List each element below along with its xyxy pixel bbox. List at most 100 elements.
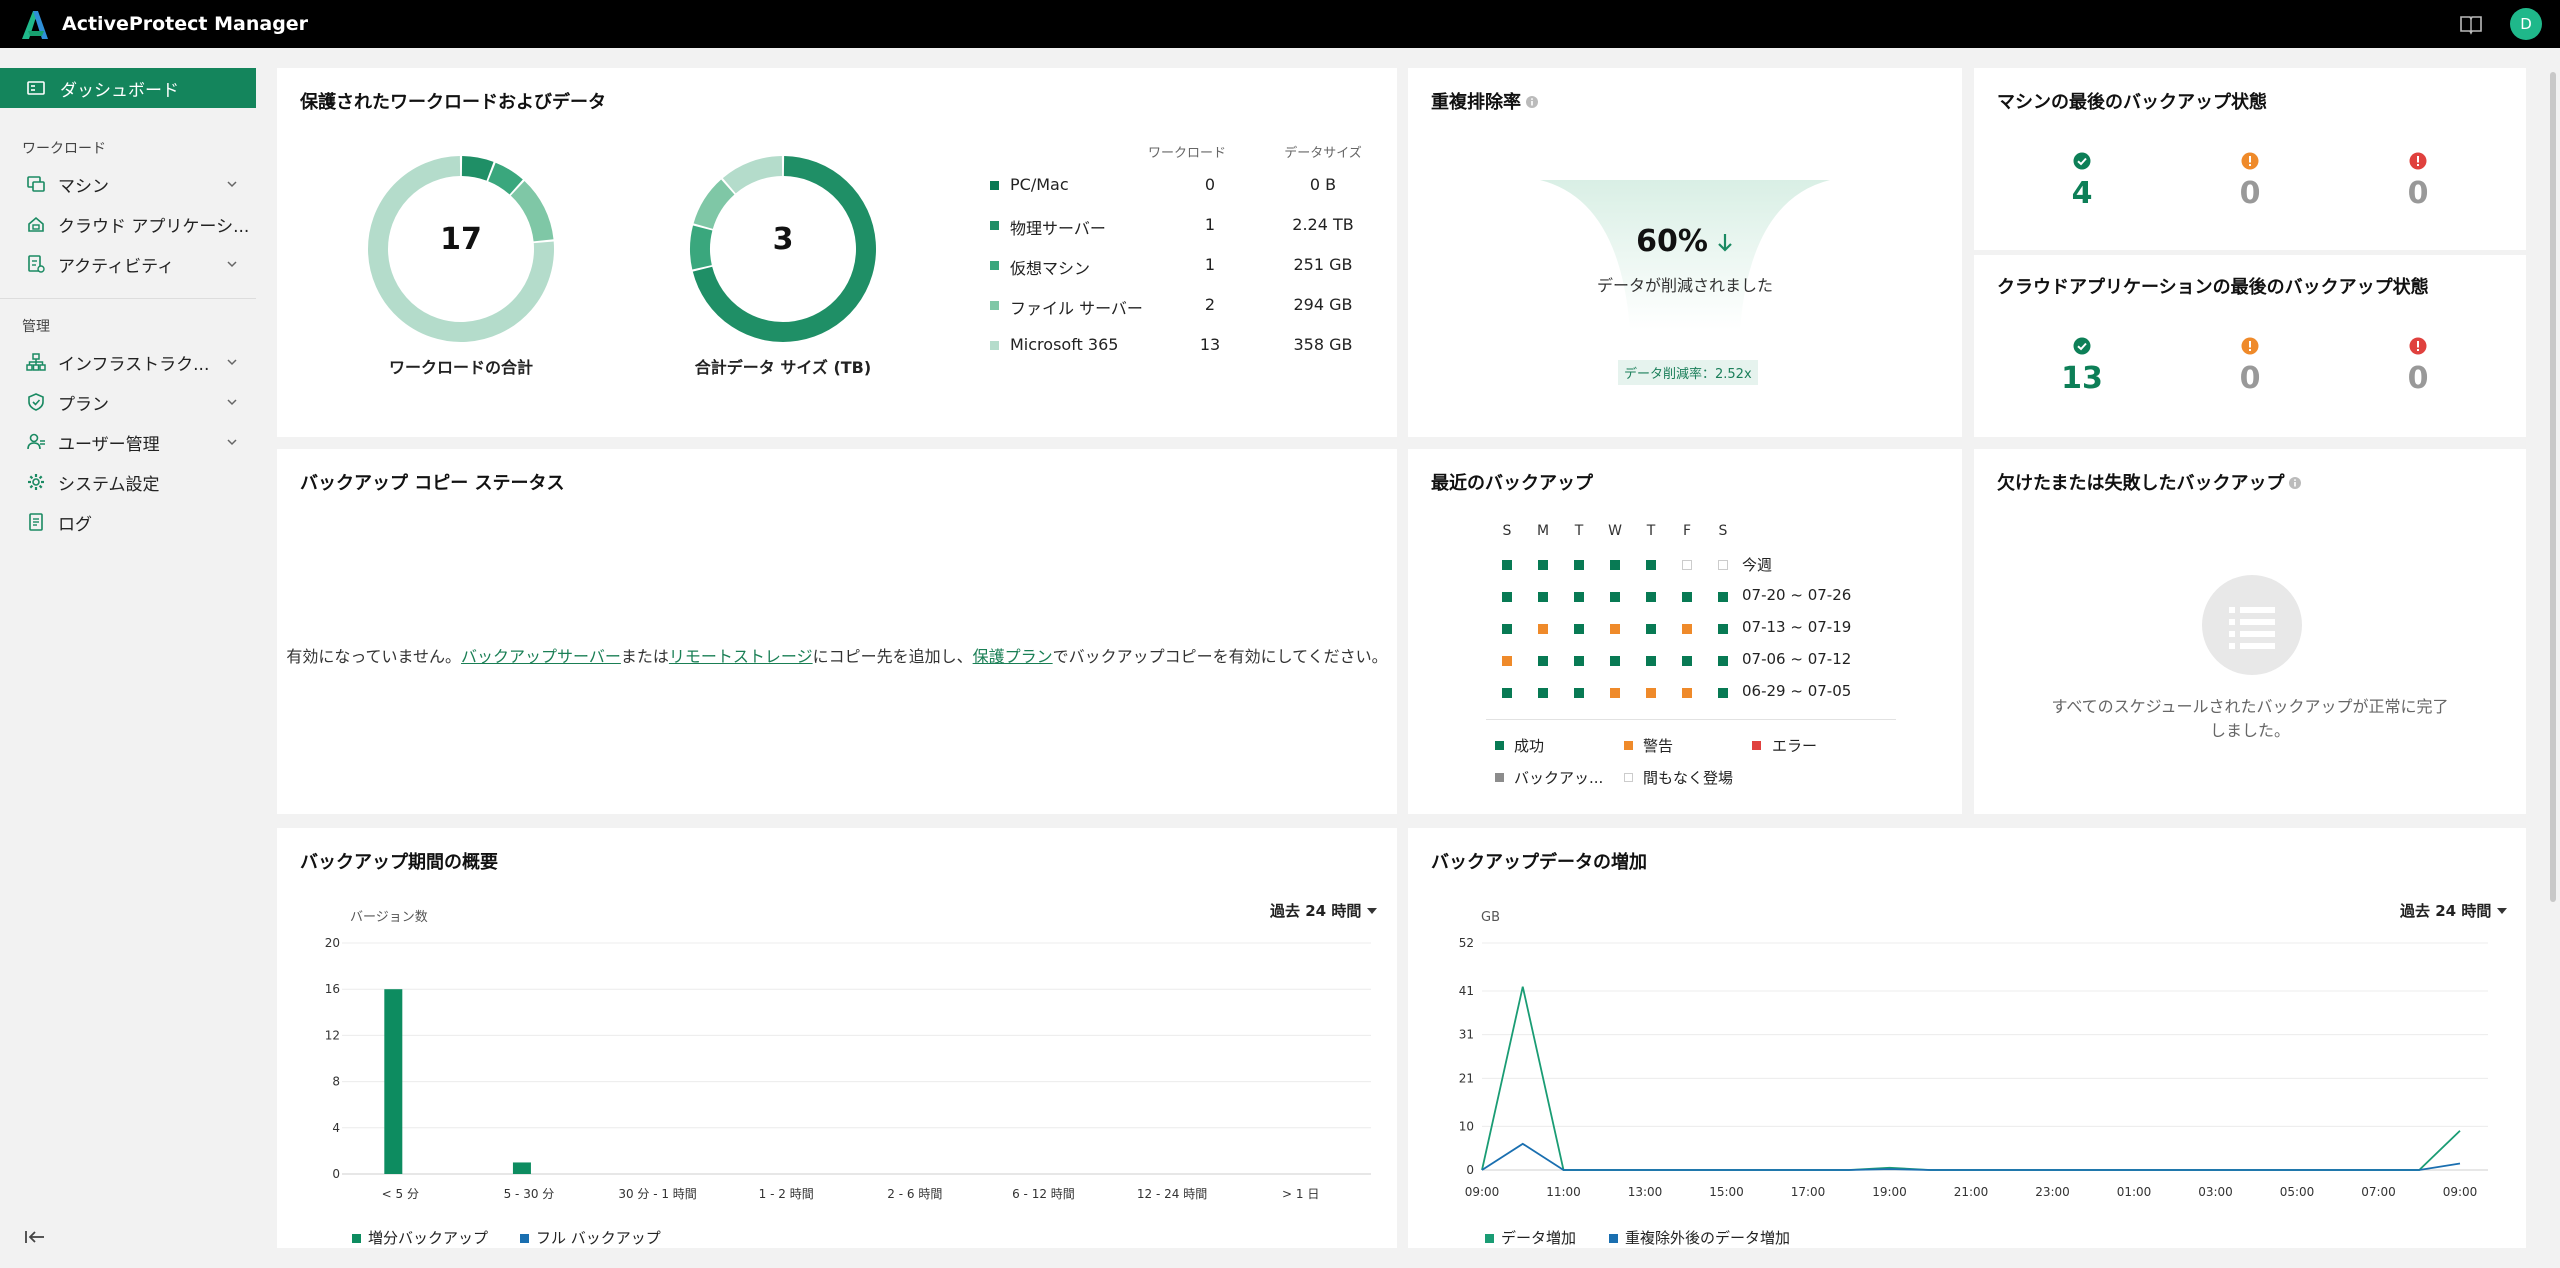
calendar-cell[interactable] <box>1682 688 1692 698</box>
calendar-cell[interactable] <box>1502 656 1512 666</box>
calendar-cell[interactable] <box>1538 560 1548 570</box>
card-title: 欠けたまたは失敗したバックアップ <box>1997 469 2302 495</box>
workload-size: 358 GB <box>1293 335 1353 354</box>
cloud-error[interactable]: 0 <box>2388 337 2448 396</box>
cloud-app-icon <box>28 216 44 232</box>
machine-success[interactable]: 4 <box>2052 152 2112 211</box>
sidebar-item-log[interactable]: ログ <box>0 504 256 540</box>
error-icon <box>2409 337 2427 355</box>
cloud-warning[interactable]: 0 <box>2220 337 2280 396</box>
data-size-donut-segment-3[interactable] <box>693 179 735 230</box>
legend-label: フル バックアップ <box>536 1229 661 1247</box>
calendar-cell[interactable] <box>1682 592 1692 602</box>
sidebar-item-label: ダッシュボード <box>60 80 179 101</box>
calendar-cell[interactable] <box>1646 624 1656 634</box>
calendar-cell[interactable] <box>1682 656 1692 666</box>
calendar-cell[interactable] <box>1574 656 1584 666</box>
legend-upcoming-label: 間もなく登場 <box>1643 769 1734 787</box>
machine-warning[interactable]: 0 <box>2220 152 2280 211</box>
card-title: バックアップ コピー ステータス <box>300 473 565 494</box>
calendar-cell[interactable] <box>1682 624 1692 634</box>
workload-swatch <box>990 261 999 270</box>
remote-storage-link[interactable]: リモートストレージ <box>669 647 813 666</box>
bar[interactable] <box>512 1162 531 1174</box>
workload-swatch <box>990 221 999 230</box>
info-icon[interactable] <box>2288 476 2302 490</box>
x-tick-label: 1 - 2 時間 <box>759 1187 814 1201</box>
page-scrollbar[interactable] <box>2550 72 2556 902</box>
y-tick-label: 31 <box>1459 1028 1474 1042</box>
calendar-cell[interactable] <box>1718 624 1728 634</box>
collapse-sidebar-icon[interactable] <box>24 1228 46 1246</box>
book-icon[interactable] <box>2458 11 2484 37</box>
calendar-cell[interactable] <box>1718 560 1728 570</box>
empty-state-message: すべてのスケジュールされたバックアップが正常に完了しました。 <box>2051 697 2449 740</box>
calendar-cell[interactable] <box>1718 592 1728 602</box>
calendar-week-label: 07-20 ~ 07-26 <box>1742 586 1852 604</box>
calendar-cell[interactable] <box>1610 560 1620 570</box>
calendar-cell[interactable] <box>1610 624 1620 634</box>
sidebar-item-activity[interactable]: アクティビティ <box>0 246 256 282</box>
workload-donut-segment-1[interactable] <box>461 156 494 181</box>
sidebar-item-system-settings[interactable]: システム設定 <box>0 464 256 500</box>
calendar-cell[interactable] <box>1574 592 1584 602</box>
calendar-cell[interactable] <box>1646 560 1656 570</box>
avatar[interactable]: D <box>2510 8 2542 40</box>
cloud-success[interactable]: 13 <box>2052 337 2112 396</box>
backup-server-link[interactable]: バックアップサーバー <box>461 647 621 666</box>
sidebar-item-user-management[interactable]: ユーザー管理 <box>0 424 256 460</box>
sidebar-item-label: ユーザー管理 <box>58 434 160 455</box>
card-title: 最近のバックアップ <box>1431 473 1593 494</box>
sidebar-item-label: インフラストラク... <box>58 354 210 375</box>
machine-error[interactable]: 0 <box>2388 152 2448 211</box>
workload-donut-segment-2[interactable] <box>487 162 523 195</box>
y-tick-label: 21 <box>1459 1071 1474 1085</box>
calendar-cell[interactable] <box>1646 592 1656 602</box>
calendar-cell[interactable] <box>1538 592 1548 602</box>
sidebar-item-plan[interactable]: プラン <box>0 384 256 420</box>
workload-name: Microsoft 365 <box>1010 335 1119 354</box>
arrow-down-icon <box>1718 234 1732 252</box>
calendar-cell[interactable] <box>1682 560 1692 570</box>
calendar-cell[interactable] <box>1502 624 1512 634</box>
calendar-cell[interactable] <box>1718 688 1728 698</box>
activity-icon <box>28 255 45 273</box>
calendar-cell[interactable] <box>1610 656 1620 666</box>
series-line[interactable] <box>1481 1142 2461 1171</box>
dedup-ratio-badge: データ削減率：2.52x <box>1618 360 1758 385</box>
legend-error-swatch <box>1752 741 1761 750</box>
calendar-week-label: 06-29 ~ 07-05 <box>1742 682 1852 700</box>
calendar-cell[interactable] <box>1538 688 1548 698</box>
cloud-warning-count: 0 <box>2239 361 2261 396</box>
info-icon[interactable] <box>1525 95 1539 109</box>
calendar-cell[interactable] <box>1646 656 1656 666</box>
machine-error-count: 0 <box>2407 176 2429 211</box>
sidebar-item-machine[interactable]: マシン <box>0 166 256 202</box>
total-data-value: 3 <box>772 222 794 257</box>
calendar-cell[interactable] <box>1610 592 1620 602</box>
calendar-cell[interactable] <box>1538 624 1548 634</box>
workload-name: 物理サーバー <box>1010 219 1106 238</box>
bar[interactable] <box>384 989 403 1174</box>
protection-plan-link[interactable]: 保護プラン <box>973 647 1053 666</box>
legend-swatch <box>352 1234 361 1243</box>
sidebar-item-dashboard[interactable]: ダッシュボード <box>0 68 256 108</box>
empty-state-circle <box>2202 575 2302 675</box>
calendar-cell[interactable] <box>1502 560 1512 570</box>
calendar-cell[interactable] <box>1574 624 1584 634</box>
dashboard-icon <box>27 81 45 95</box>
sidebar-item-label: プラン <box>58 394 109 415</box>
warning-icon <box>2241 152 2259 170</box>
calendar-cell[interactable] <box>1502 592 1512 602</box>
calendar-cell[interactable] <box>1574 560 1584 570</box>
sidebar-item-cloud-apps[interactable]: クラウド アプリケーシ... <box>0 206 256 242</box>
calendar-cell[interactable] <box>1718 656 1728 666</box>
calendar-cell[interactable] <box>1502 688 1512 698</box>
data-size-donut-segment-4[interactable] <box>722 156 783 194</box>
calendar-cell[interactable] <box>1574 688 1584 698</box>
calendar-cell[interactable] <box>1646 688 1656 698</box>
machine-backup-status-card: マシンの最後のバックアップ状態 4 0 0 <box>1974 68 2526 250</box>
calendar-cell[interactable] <box>1538 656 1548 666</box>
sidebar-item-infrastructure[interactable]: インフラストラク... <box>0 344 256 380</box>
calendar-cell[interactable] <box>1610 688 1620 698</box>
